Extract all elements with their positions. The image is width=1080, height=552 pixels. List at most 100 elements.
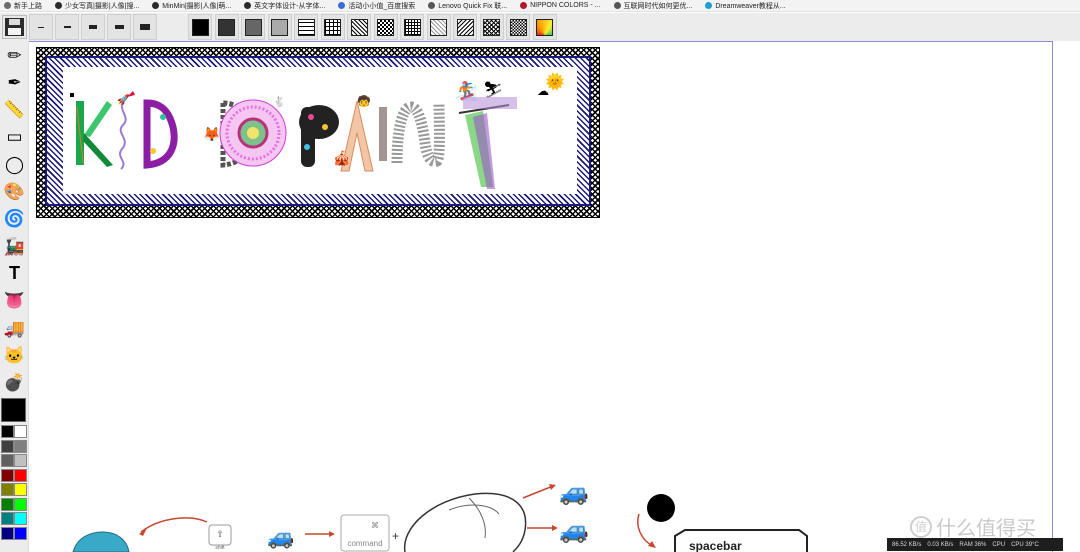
palette-color-swatch[interactable]: [1, 483, 14, 496]
brush-size-button[interactable]: [133, 14, 157, 40]
bookmark-favicon-icon: [152, 2, 160, 9]
fill-pattern-swatch: [536, 18, 553, 36]
palette-color-swatch[interactable]: [1, 425, 14, 438]
bookmark-item[interactable]: NIPPON COLORS - ...: [520, 2, 601, 9]
train-icon: 🚂: [3, 236, 26, 256]
cpu-temp: CPU 39°C: [1011, 541, 1039, 548]
bookmark-favicon-icon: [520, 2, 528, 9]
floppy-disk-icon: [5, 18, 24, 36]
fill-pattern-button[interactable]: [294, 14, 318, 40]
logo-letter-k: [76, 101, 113, 167]
system-monitor: 86.52 KB/s 0.03 KB/s RAM 36% CPU CPU 39°…: [887, 538, 1063, 551]
bookmark-item[interactable]: 新手上路: [4, 1, 42, 11]
fill-pattern-button[interactable]: [214, 14, 239, 40]
tool-button[interactable]: 🚚: [2, 316, 27, 340]
tool-button[interactable]: 🚂: [2, 234, 27, 258]
bookmark-item[interactable]: 英文字体设计-从字体...: [244, 1, 325, 11]
fill-pattern-button[interactable]: [188, 14, 212, 40]
bookmark-favicon-icon: [4, 2, 11, 9]
mouse-sketch: [403, 492, 527, 552]
tool-button[interactable]: 🌀: [2, 207, 27, 231]
fill-pattern-button[interactable]: [453, 14, 477, 40]
brush-size-button[interactable]: [107, 14, 131, 40]
palette-color-swatch[interactable]: [1, 454, 14, 467]
palette-color-swatch[interactable]: [14, 497, 27, 511]
fill-pattern-button[interactable]: [426, 14, 451, 40]
command-key-symbol: ⌘: [371, 521, 379, 530]
bookmarks-bar: 新手上路 少女写真|摄影|人像|搜... MinMin|摄影|人像|萌... 英文字体…: [0, 0, 1080, 12]
paint-blob: [647, 494, 675, 522]
bookmark-item[interactable]: MinMin|摄影|人像|萌...: [152, 1, 231, 11]
fill-pattern-button[interactable]: [506, 14, 530, 40]
logo-letter-o: [219, 99, 287, 167]
palette-color-swatch[interactable]: [1, 468, 14, 482]
ram-usage: RAM 36%: [959, 541, 987, 548]
watermark: 值 什么值得买: [910, 512, 1036, 541]
fill-pattern-swatch: [218, 18, 235, 36]
fill-pattern-swatch: [456, 18, 474, 36]
palette-color-swatch[interactable]: [14, 512, 27, 525]
kid-icon: 🧒: [357, 94, 371, 108]
palette-color-swatch[interactable]: [1, 497, 14, 511]
tool-button[interactable]: 🎨: [2, 180, 27, 204]
palette-color-swatch[interactable]: [1, 526, 14, 540]
fill-pattern-swatch: [403, 18, 421, 36]
fill-pattern-button[interactable]: [347, 14, 371, 40]
spacebar-label: spacebar: [689, 539, 742, 552]
tool-button[interactable]: ◯: [2, 152, 27, 176]
brush-size-button[interactable]: [29, 14, 53, 40]
fill-pattern-button[interactable]: [267, 14, 292, 40]
fill-pattern-button[interactable]: [320, 14, 345, 40]
tool-button[interactable]: 🐱: [2, 343, 27, 367]
bookmark-item[interactable]: Lenovo Quick Fix 联...: [428, 1, 507, 11]
bookmark-item[interactable]: 活动小小值_百度搜索: [338, 1, 415, 11]
palette-color-swatch[interactable]: [14, 454, 27, 467]
cloud-icon: ☁: [537, 84, 549, 98]
bookmark-favicon-icon: [705, 2, 713, 9]
bookmark-item[interactable]: 互联网时代如何更优...: [613, 1, 692, 11]
fill-pattern-swatch: [483, 18, 500, 36]
tool-button[interactable]: ✏: [2, 43, 27, 67]
brush-size-icon: [63, 25, 71, 29]
circle-icon: ◯: [4, 154, 25, 174]
brush-size-button[interactable]: [55, 14, 79, 40]
fill-pattern-swatch: [509, 18, 527, 36]
tool-button[interactable]: 📏: [2, 98, 27, 122]
kiddo-paint-logo: 🦊 🎪 🏂 ⛷ 🌞 ☁ 🚀 🐇 🧒: [70, 72, 565, 189]
tool-button[interactable]: T: [2, 261, 27, 285]
cpu-label: CPU: [992, 541, 1006, 548]
swirl-icon: 🌀: [3, 209, 26, 229]
fill-pattern-button[interactable]: [373, 14, 398, 40]
tool-button[interactable]: ✒: [2, 70, 27, 94]
tool-button[interactable]: 👅: [2, 289, 27, 313]
bookmark-item[interactable]: 少女写真|摄影|人像|搜...: [55, 1, 139, 11]
palette-color-swatch[interactable]: [1, 439, 14, 453]
palette-color-swatch[interactable]: [14, 468, 27, 482]
fill-pattern-button[interactable]: [241, 14, 265, 40]
tool-button[interactable]: ▭: [2, 125, 27, 149]
palette-color-swatch[interactable]: [14, 425, 27, 438]
fill-pattern-swatch: [271, 18, 288, 36]
bookmark-favicon-icon: [55, 2, 62, 9]
pen-icon: ✒: [7, 72, 22, 92]
tool-button[interactable]: 💣: [2, 371, 27, 395]
fill-pattern-button[interactable]: [532, 14, 557, 40]
palette-color-swatch[interactable]: [14, 483, 27, 496]
bookmark-favicon-icon: [244, 2, 252, 9]
rocket-icon: 🚀: [117, 93, 130, 106]
logo-letter-d1: [143, 99, 178, 169]
logo-letter-n: [391, 101, 445, 167]
palette-color-swatch[interactable]: [14, 526, 27, 540]
fill-pattern-button[interactable]: [400, 14, 424, 40]
svg-text:⇧: ⇧: [216, 529, 224, 539]
bookmark-favicon-icon: [338, 2, 346, 9]
fill-pattern-swatch: [324, 18, 341, 36]
save-button[interactable]: [2, 15, 27, 39]
fox-icon: 🐱: [3, 345, 26, 365]
bookmark-item[interactable]: Dreamweaver教程从...: [705, 1, 786, 11]
brush-size-button[interactable]: [81, 14, 105, 40]
palette-color-swatch[interactable]: [1, 512, 14, 525]
palette-color-swatch[interactable]: [14, 439, 27, 453]
fill-pattern-button[interactable]: [479, 14, 504, 40]
bookmark-label: 活动小小值_百度搜索: [348, 2, 416, 10]
